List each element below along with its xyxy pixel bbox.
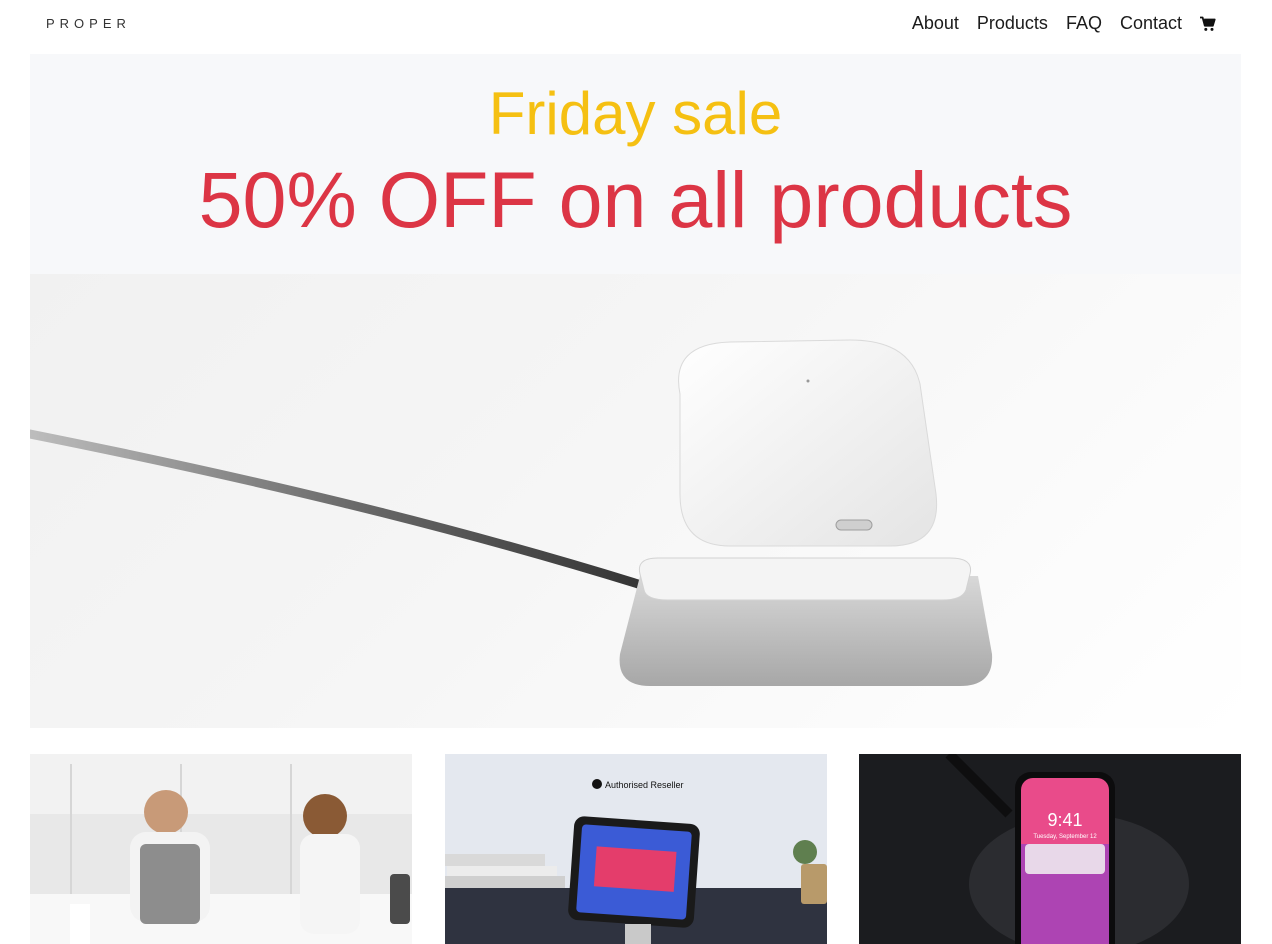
- nav-link-contact[interactable]: Contact: [1120, 13, 1182, 34]
- nav-link-faq[interactable]: FAQ: [1066, 13, 1102, 34]
- phone-date-text: Tuesday, September 12: [1033, 834, 1097, 840]
- authorised-reseller-text: Authorised Reseller: [605, 780, 684, 790]
- nav-link-products[interactable]: Products: [977, 13, 1048, 34]
- hero-image: [30, 274, 1241, 728]
- product-card-baristas[interactable]: [30, 754, 412, 944]
- promo-banner: Friday sale 50% OFF on all products: [30, 54, 1241, 274]
- promo-subtitle: Friday sale: [488, 80, 783, 147]
- nav-links: About Products FAQ Contact: [894, 13, 1216, 34]
- brand-logo[interactable]: PROPER: [46, 16, 131, 31]
- product-card-iphone-charger[interactable]: 9:41 Tuesday, September 12: [859, 754, 1241, 944]
- phone-time-text: 9:41: [1047, 810, 1082, 830]
- nav-link-about[interactable]: About: [912, 13, 959, 34]
- navbar: PROPER About Products FAQ Contact: [0, 0, 1272, 48]
- shopping-cart-icon[interactable]: [1200, 16, 1216, 32]
- product-card-ipad-stand[interactable]: Authorised Reseller: [445, 754, 827, 944]
- promo-headline: 50% OFF on all products: [198, 155, 1073, 244]
